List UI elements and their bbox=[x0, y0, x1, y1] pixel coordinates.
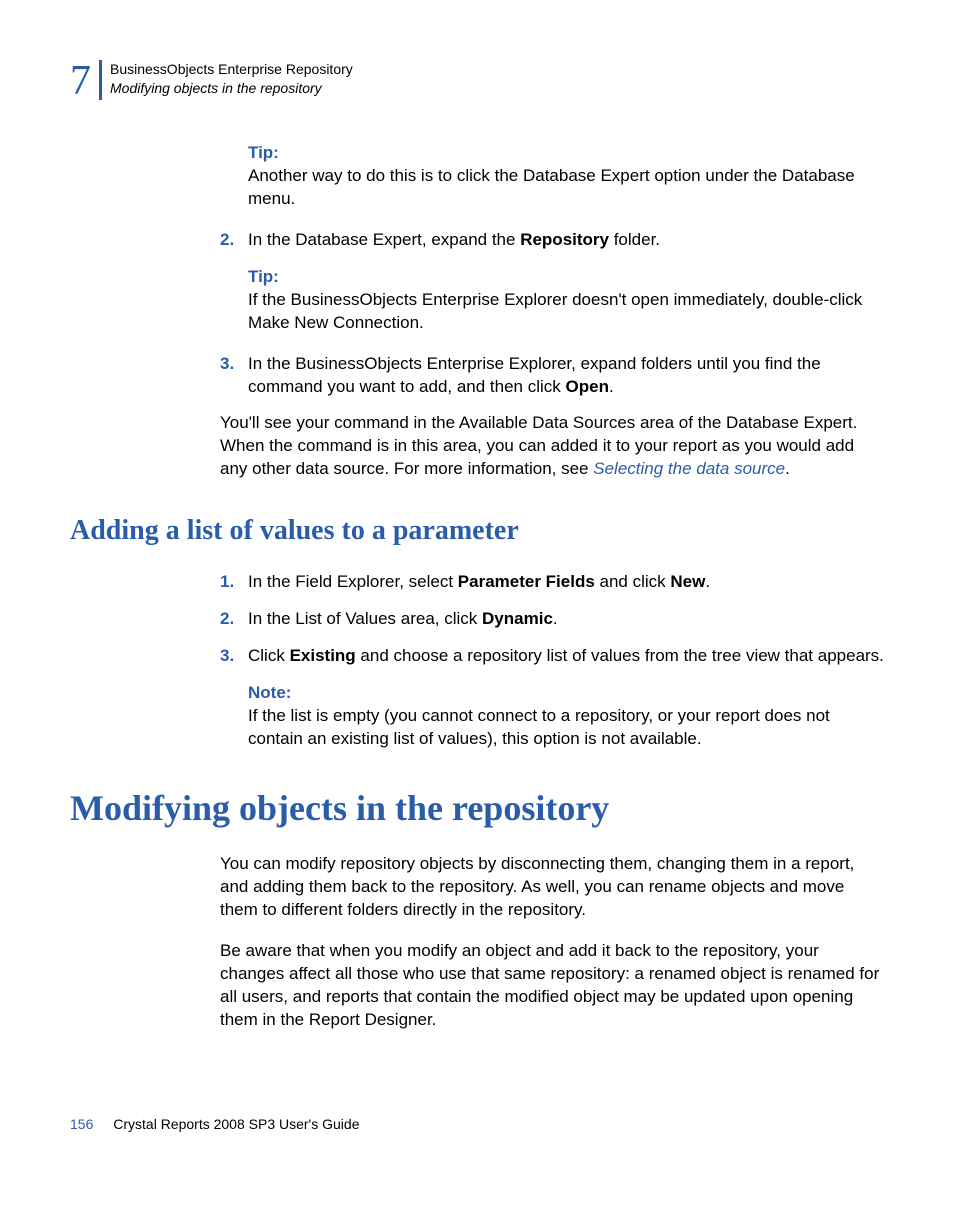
bold-text: Open bbox=[566, 377, 609, 396]
tip-label: Tip: bbox=[248, 142, 884, 165]
text-fragment: Click bbox=[248, 646, 290, 665]
step-number: 2. bbox=[220, 608, 248, 631]
text-fragment: . bbox=[609, 377, 614, 396]
tip-body: Another way to do this is to click the D… bbox=[248, 165, 884, 211]
note-block: Note: If the list is empty (you cannot c… bbox=[248, 682, 884, 751]
bold-text: Parameter Fields bbox=[458, 572, 595, 591]
step-text: Click Existing and choose a repository l… bbox=[248, 645, 884, 668]
page-number: 156 bbox=[70, 1116, 93, 1132]
section-heading-adding-list: Adding a list of values to a parameter bbox=[70, 515, 884, 547]
text-fragment: and click bbox=[595, 572, 671, 591]
page-footer: 156 Crystal Reports 2008 SP3 User's Guid… bbox=[70, 1116, 884, 1132]
main-heading-modifying-objects: Modifying objects in the repository bbox=[70, 787, 884, 829]
note-label: Note: bbox=[248, 682, 884, 705]
step-text: In the Database Expert, expand the Repos… bbox=[248, 229, 884, 252]
bold-text: Dynamic bbox=[482, 609, 553, 628]
content-area: Tip: Another way to do this is to click … bbox=[220, 142, 884, 481]
header-text-block: BusinessObjects Enterprise Repository Mo… bbox=[110, 60, 353, 98]
text-fragment: . bbox=[553, 609, 558, 628]
step-text: In the BusinessObjects Enterprise Explor… bbox=[248, 353, 884, 399]
footer-guide-title: Crystal Reports 2008 SP3 User's Guide bbox=[113, 1116, 359, 1132]
chapter-number: 7 bbox=[70, 60, 91, 102]
list2-step-1: 1. In the Field Explorer, select Paramet… bbox=[220, 571, 884, 594]
text-fragment: In the Database Expert, expand the bbox=[248, 230, 520, 249]
step-2: 2. In the Database Expert, expand the Re… bbox=[220, 229, 884, 252]
content-area: 1. In the Field Explorer, select Paramet… bbox=[220, 571, 884, 751]
bold-text: Repository bbox=[520, 230, 609, 249]
chapter-title: BusinessObjects Enterprise Repository bbox=[110, 60, 353, 79]
note-body: If the list is empty (you cannot connect… bbox=[248, 705, 884, 751]
list2-step-2: 2. In the List of Values area, click Dyn… bbox=[220, 608, 884, 631]
step-number: 3. bbox=[220, 645, 248, 668]
cross-reference-link[interactable]: Selecting the data source bbox=[593, 459, 785, 478]
page-header: 7 BusinessObjects Enterprise Repository … bbox=[70, 60, 884, 102]
step-text: In the List of Values area, click Dynami… bbox=[248, 608, 884, 631]
paragraph: Be aware that when you modify an object … bbox=[220, 940, 884, 1032]
header-divider bbox=[99, 60, 102, 100]
tip-block-1: Tip: Another way to do this is to click … bbox=[248, 142, 884, 211]
step-number: 2. bbox=[220, 229, 248, 252]
section-title: Modifying objects in the repository bbox=[110, 79, 353, 98]
step-number: 1. bbox=[220, 571, 248, 594]
text-fragment: . bbox=[705, 572, 710, 591]
paragraph: You can modify repository objects by dis… bbox=[220, 853, 884, 922]
bold-text: New bbox=[670, 572, 705, 591]
text-fragment: folder. bbox=[609, 230, 660, 249]
step-text: In the Field Explorer, select Parameter … bbox=[248, 571, 884, 594]
content-area: You can modify repository objects by dis… bbox=[220, 853, 884, 1032]
tip-body: If the BusinessObjects Enterprise Explor… bbox=[248, 289, 884, 335]
paragraph: You'll see your command in the Available… bbox=[220, 412, 884, 481]
step-number: 3. bbox=[220, 353, 248, 399]
text-fragment: In the Field Explorer, select bbox=[248, 572, 458, 591]
step-3: 3. In the BusinessObjects Enterprise Exp… bbox=[220, 353, 884, 399]
text-fragment: . bbox=[785, 459, 790, 478]
tip-block-2: Tip: If the BusinessObjects Enterprise E… bbox=[248, 266, 884, 335]
tip-label: Tip: bbox=[248, 266, 884, 289]
text-fragment: and choose a repository list of values f… bbox=[356, 646, 884, 665]
list2-step-3: 3. Click Existing and choose a repositor… bbox=[220, 645, 884, 668]
text-fragment: In the List of Values area, click bbox=[248, 609, 482, 628]
bold-text: Existing bbox=[290, 646, 356, 665]
text-fragment: In the BusinessObjects Enterprise Explor… bbox=[248, 354, 821, 396]
